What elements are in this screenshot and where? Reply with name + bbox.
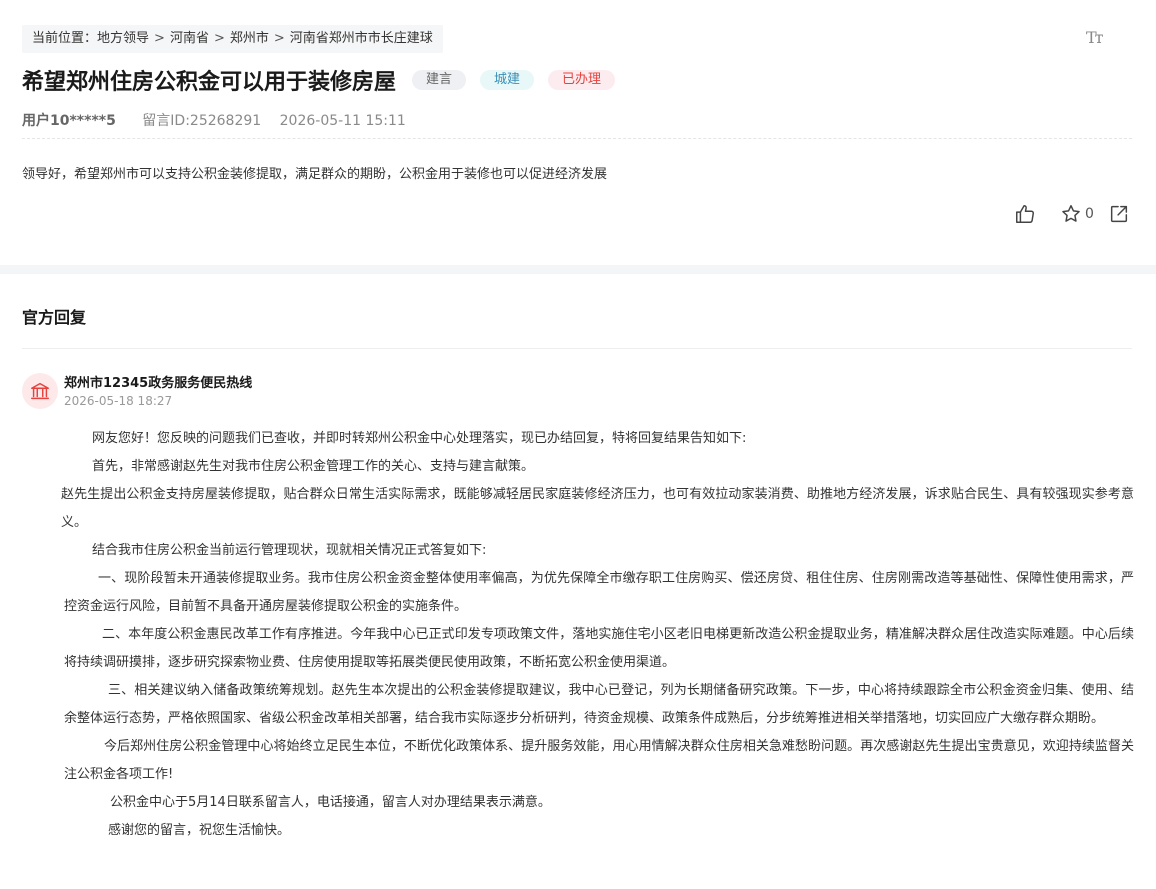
breadcrumb-separator: > [273, 31, 285, 46]
message-title: 希望郑州住房公积金可以用于装修房屋 [22, 70, 397, 95]
breadcrumb-separator: > [154, 31, 165, 46]
breadcrumb-item-city[interactable]: 郑州市 [230, 25, 269, 53]
reply-divider [22, 348, 1132, 349]
font-size-icon[interactable]: Tт [1086, 28, 1110, 50]
government-building-icon [31, 382, 49, 400]
message-section: 当前位置：地方领导 > 河南省 > 郑州市 > 河南省郑州市市长庄建球 Tт 希望郑州住房公… [0, 0, 1156, 265]
thumbs-up-icon [1016, 205, 1034, 223]
section-separator [0, 265, 1156, 274]
reply-paragraph: 结合我市住房公积金当前运行管理现状，现就相关情况正式答复如下: [92, 543, 487, 558]
share-button[interactable] [1108, 203, 1130, 225]
like-button[interactable] [1014, 203, 1036, 225]
tag-category: 建言 [412, 70, 467, 90]
reply-paragraph: 二、本年度公积金惠民改革工作有序推进。今年我中心已正式印发专项政策文件，落地实施… [64, 627, 1134, 670]
title-row: 希望郑州住房公积金可以用于装修房屋 建言 城建 已办理 [22, 62, 629, 98]
message-user: 用户10*****5 [22, 113, 116, 129]
reply-paragraph: 一、现阶段暂未开通装修提取业务。我市住房公积金资金整体使用率偏高，为优先保障全市… [64, 571, 1134, 614]
tag-field: 城建 [480, 70, 535, 90]
reply-paragraph: 网友您好！您反映的问题我们已查收，并即时转郑州公积金中心处理落实，现已办结回复，… [92, 431, 747, 446]
org-name: 郑州市12345政务服务便民热线 [64, 376, 253, 391]
star-icon [1062, 205, 1080, 222]
breadcrumb-separator: > [213, 31, 225, 46]
org-reply-time: 2026-05-18 18:27 [64, 394, 173, 408]
reply-paragraph: 今后郑州住房公积金管理中心将始终立足民生本位，不断优化政策体系、提升服务效能，用… [64, 739, 1134, 782]
breadcrumb-item-mayor[interactable]: 河南省郑州市市长庄建球 [290, 25, 433, 53]
meta-divider [22, 138, 1132, 139]
message-content: 领导好，希望郑州市可以支持公积金装修提取，满足群众的期盼，公积金用于装修也可以促… [22, 167, 608, 182]
org-avatar [22, 373, 58, 409]
tag-status: 已办理 [548, 70, 616, 90]
breadcrumb-item-province[interactable]: 河南省 [170, 25, 209, 53]
message-time: 2026-05-11 15:11 [279, 113, 406, 129]
breadcrumb-label: 当前位置： [32, 31, 98, 46]
message-id: 留言ID:25268291 [142, 113, 262, 129]
reply-paragraph: 公积金中心于5月14日联系留言人，电话接通，留言人对办理结果表示满意。 [110, 795, 551, 810]
favorite-button[interactable]: 0 [1060, 203, 1094, 225]
reply-paragraph: 感谢您的留言，祝您生活愉快。 [108, 823, 291, 838]
reply-paragraph: 三、相关建议纳入储备政策统筹规划。赵先生本次提出的公积金装修提取建议，我中心已登… [64, 683, 1134, 726]
message-meta: 用户10*****5 留言ID:25268291 2026-05-11 15:1… [22, 110, 406, 130]
breadcrumb: 当前位置：地方领导 > 河南省 > 郑州市 > 河南省郑州市市长庄建球 [22, 25, 443, 53]
reply-section-title: 官方回复 [22, 308, 87, 327]
reply-paragraph: 赵先生提出公积金支持房屋装修提取，贴合群众日常生活实际需求，既能够减轻居民家庭装… [61, 487, 1134, 530]
favorite-count: 0 [1085, 206, 1094, 222]
share-icon [1110, 205, 1127, 223]
breadcrumb-item-leaders[interactable]: 地方领导 [97, 25, 149, 53]
reply-body: 网友您好！您反映的问题我们已查收，并即时转郑州公积金中心处理落实，现已办结回复，… [61, 425, 1134, 845]
reply-paragraph: 首先，非常感谢赵先生对我市住房公积金管理工作的关心、支持与建言献策。 [92, 459, 535, 474]
message-actions: 0 [1014, 203, 1130, 225]
